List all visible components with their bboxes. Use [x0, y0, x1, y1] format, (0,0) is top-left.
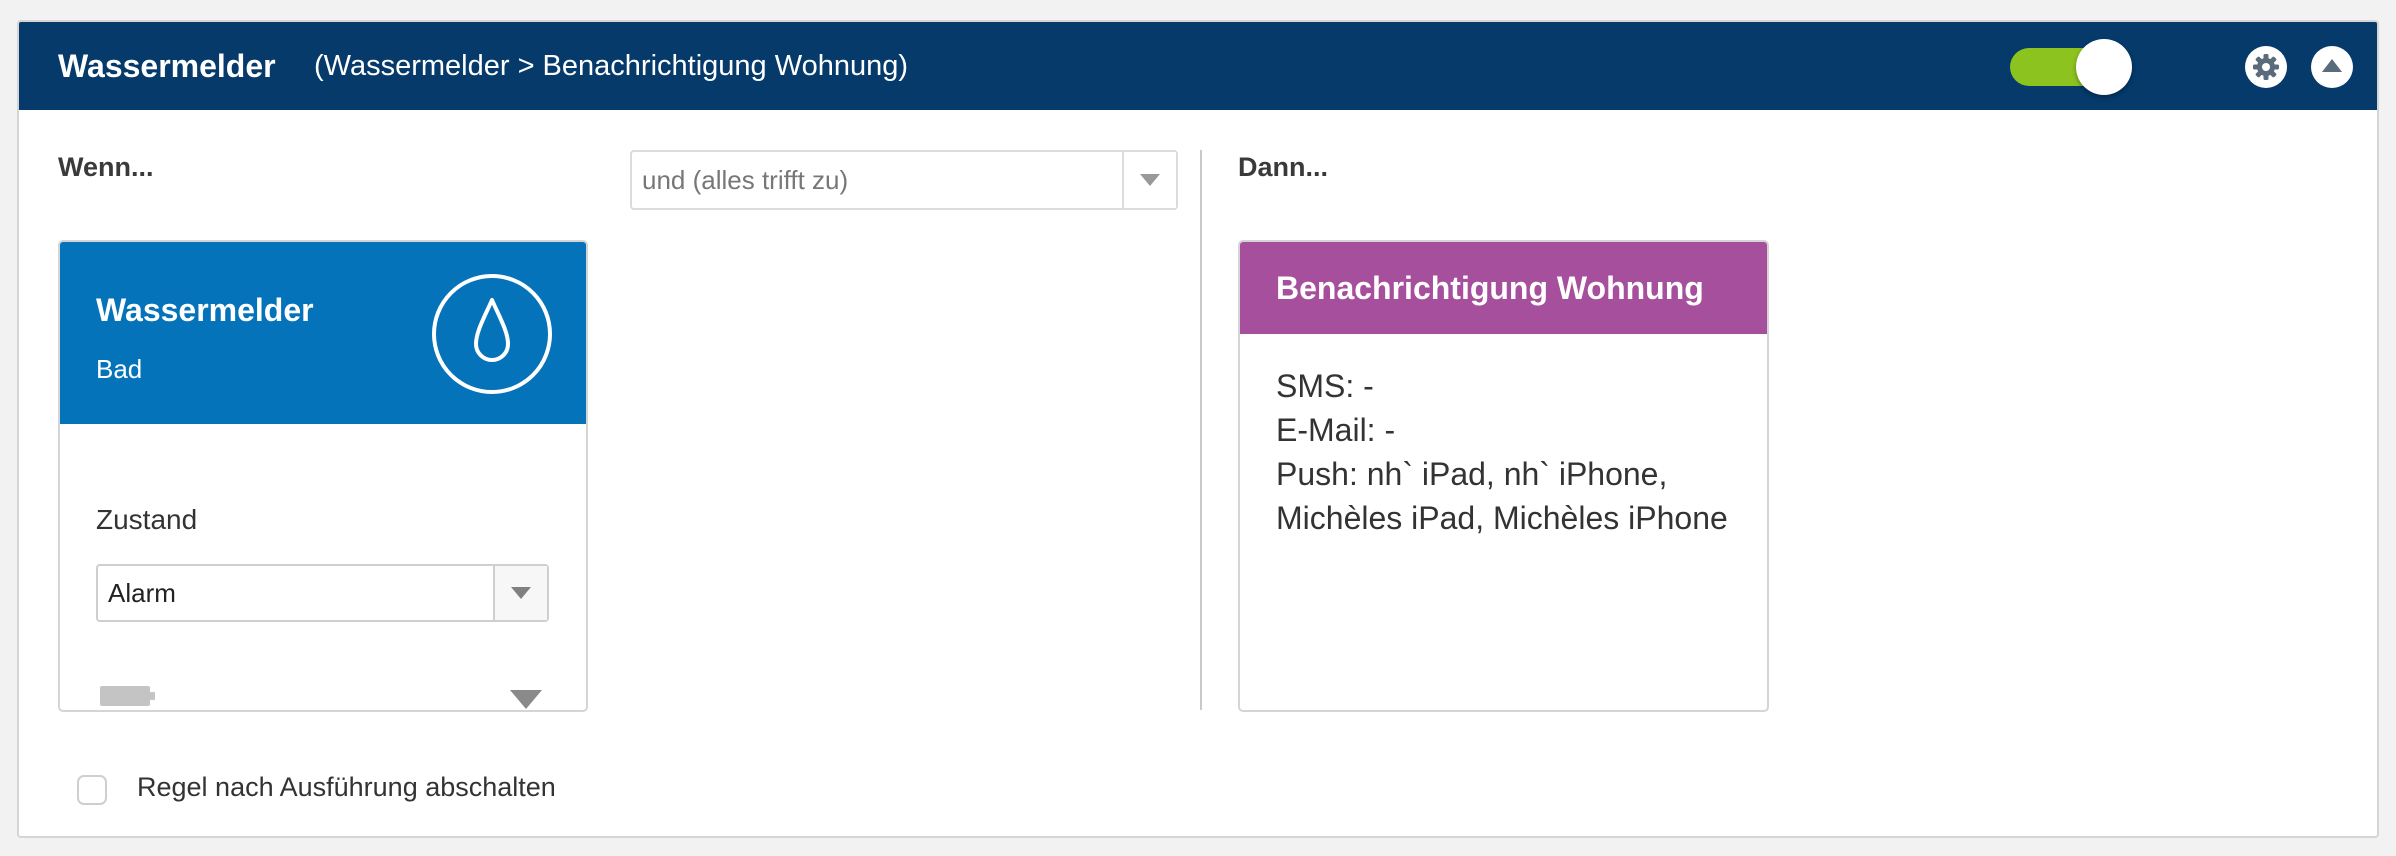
state-select-arrow[interactable] [493, 566, 547, 620]
trigger-card-header: Wassermelder Bad [60, 242, 586, 424]
action-details: SMS: - E-Mail: - Push: nh` iPad, nh` iPh… [1276, 364, 1736, 540]
action-sms-line: SMS: - [1276, 368, 1374, 404]
rule-panel: Wassermelder (Wassermelder > Benachricht… [17, 20, 2379, 838]
chevron-up-icon [2322, 59, 2342, 72]
actions-label: Dann... [1238, 152, 1329, 182]
action-email-line: E-Mail: - [1276, 412, 1396, 448]
trigger-room: Bad [96, 354, 143, 384]
condition-combine-value: und (alles trifft zu) [642, 165, 849, 195]
action-card-header: Benachrichtigung Wohnung [1240, 242, 1767, 334]
settings-button[interactable] [2245, 46, 2287, 88]
section-divider [1200, 150, 1202, 710]
battery-icon [100, 686, 155, 706]
gear-icon [2253, 54, 2279, 80]
action-card: Benachrichtigung Wohnung SMS: - E-Mail: … [1238, 240, 1769, 712]
disable-after-run-label[interactable]: Regel nach Ausführung abschalten [137, 772, 556, 803]
chevron-down-icon [511, 587, 531, 599]
condition-combine-select[interactable]: und (alles trifft zu) [630, 150, 1178, 210]
rule-header: Wassermelder (Wassermelder > Benachricht… [19, 22, 2377, 110]
rule-enabled-toggle[interactable] [2010, 39, 2132, 95]
action-title: Benachrichtigung Wohnung [1276, 270, 1704, 306]
rule-subtitle: (Wassermelder > Benachrichtigung Wohnung… [314, 50, 908, 82]
trigger-title: Wassermelder [96, 292, 314, 328]
chevron-down-icon [1140, 174, 1160, 186]
state-select[interactable]: Alarm [96, 564, 549, 622]
water-drop-icon [432, 274, 552, 394]
trigger-card: Wassermelder Bad Zustand Alarm [58, 240, 588, 712]
state-label: Zustand [96, 504, 198, 535]
combine-select-arrow[interactable] [1122, 152, 1176, 208]
conditions-label: Wenn... [58, 152, 154, 182]
rule-title: Wassermelder [58, 48, 276, 84]
state-select-value: Alarm [108, 578, 176, 608]
disable-after-run-checkbox[interactable] [77, 775, 107, 805]
action-push-line: Push: nh` iPad, nh` iPhone, Michèles iPa… [1276, 456, 1728, 536]
toggle-knob[interactable] [2076, 39, 2132, 95]
collapse-button[interactable] [2311, 46, 2353, 88]
chevron-down-icon[interactable] [510, 688, 542, 710]
